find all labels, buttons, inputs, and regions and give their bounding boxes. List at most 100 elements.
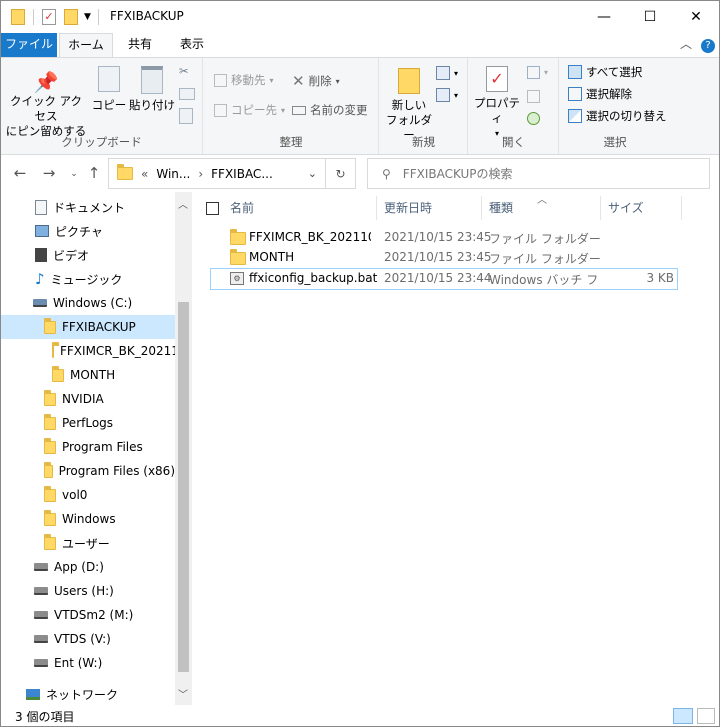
new-folder-button[interactable]: 新しい フォルダー	[382, 68, 436, 143]
copy-to-button[interactable]: コピー先 ▾	[214, 102, 285, 118]
close-button[interactable]: ✕	[673, 1, 719, 32]
scroll-up-icon[interactable]: ︿	[178, 196, 188, 211]
nav-item-videos[interactable]: ビデオ	[1, 243, 175, 267]
large-icons-view-icon[interactable]	[697, 708, 715, 724]
delete-button[interactable]: ✕ 削除 ▾	[292, 72, 340, 90]
paste-shortcut-icon[interactable]	[179, 108, 193, 124]
cut-icon[interactable]: ✂	[179, 64, 189, 78]
nav-item-vol0[interactable]: vol0	[1, 483, 175, 507]
forward-button[interactable]: →	[38, 164, 60, 184]
edit-icon[interactable]	[527, 90, 540, 103]
tab-view[interactable]: 表示	[167, 33, 217, 57]
folder-icon	[44, 509, 56, 526]
nav-item-program-files[interactable]: Program Files	[1, 435, 175, 459]
properties-qat-icon[interactable]: ✓	[42, 9, 56, 25]
collapse-ribbon-icon[interactable]: ︿	[677, 33, 695, 57]
address-dropdown-icon[interactable]: ⌄	[308, 167, 317, 180]
nav-item-pictures[interactable]: ピクチャ	[1, 219, 175, 243]
open-icon[interactable]: ▾	[527, 66, 548, 79]
file-row[interactable]: MONTH 2021/10/15 23:45 ファイル フォルダー	[210, 248, 678, 268]
tab-file[interactable]: ファイル	[1, 33, 57, 57]
properties-button[interactable]: ✓ プロパティ ▾	[471, 66, 523, 141]
history-icon[interactable]	[527, 112, 540, 125]
window-title: FFXIBACKUP	[110, 9, 184, 23]
nav-item-music[interactable]: ♪ ミュージック	[1, 267, 175, 291]
delete-icon: ✕	[292, 72, 305, 90]
new-folder-icon	[398, 68, 420, 94]
folder-icon	[44, 437, 56, 454]
nav-item-perflogs[interactable]: PerfLogs	[1, 411, 175, 435]
nav-item-program-files-x86[interactable]: Program Files (x86)	[1, 459, 175, 483]
help-icon[interactable]: ?	[699, 33, 717, 57]
column-header-modified[interactable]: 更新日時	[378, 196, 482, 220]
nav-item-ffxibackup[interactable]: FFXIBACKUP	[1, 315, 175, 339]
new-folder-label-line1: 新しい	[391, 98, 427, 112]
nav-item-vtds[interactable]: VTDS (V:)	[1, 627, 175, 651]
music-icon: ♪	[35, 270, 45, 288]
easy-access-icon[interactable]: ▾	[436, 88, 458, 102]
nav-item-users-jp[interactable]: ユーザー	[1, 531, 175, 555]
address-overflow[interactable]: «	[141, 167, 148, 181]
address-bar[interactable]: « Win... › FFXIBAC... ⌄	[108, 158, 326, 189]
drive-icon	[34, 563, 48, 571]
nav-item-windows-c[interactable]: Windows (C:)	[1, 291, 175, 315]
tab-home[interactable]: ホーム	[59, 33, 113, 57]
nav-item-ent[interactable]: Ent (W:)	[1, 651, 175, 675]
select-none-button[interactable]: 選択解除	[568, 86, 632, 102]
copy-button[interactable]: コピー	[91, 66, 127, 113]
invert-selection-button[interactable]: 選択の切り替え	[568, 108, 667, 124]
up-button[interactable]: ↑	[83, 164, 105, 184]
details-view-icon[interactable]	[673, 708, 693, 724]
paste-button[interactable]: 貼り付け	[129, 66, 175, 113]
move-to-button[interactable]: 移動先 ▾	[214, 72, 274, 88]
nav-item-app-d[interactable]: App (D:)	[1, 555, 175, 579]
new-folder-qat-icon[interactable]	[64, 9, 78, 25]
nav-item-network[interactable]: ネットワーク	[1, 682, 175, 705]
nav-item-users-h[interactable]: Users (H:)	[1, 579, 175, 603]
search-icon: ⚲	[382, 166, 391, 181]
tab-share[interactable]: 共有	[115, 33, 165, 57]
properties-label: プロパティ	[474, 96, 520, 125]
nav-item-ffximcr[interactable]: FFXIMCR_BK_20211015	[1, 339, 175, 363]
copy-label: コピー	[91, 98, 127, 112]
file-row[interactable]: ⚙ ffxiconfig_backup.bat 2021/10/15 23:44…	[210, 268, 678, 290]
new-item-icon[interactable]: ▾	[436, 66, 458, 80]
maximize-button[interactable]: ☐	[627, 1, 673, 32]
file-type: ファイル フォルダー	[489, 252, 601, 266]
separator	[97, 9, 99, 25]
select-all-checkbox[interactable]	[206, 202, 219, 215]
copy-path-icon[interactable]	[179, 88, 195, 100]
file-row[interactable]: FFXIMCR_BK_202110... 2021/10/15 23:45 ファ…	[210, 228, 678, 248]
nav-item-nvidia[interactable]: NVIDIA	[1, 387, 175, 411]
scroll-down-icon[interactable]: ﹀	[178, 686, 188, 701]
nav-item-vtdsm2[interactable]: VTDSm2 (M:)	[1, 603, 175, 627]
pictures-icon	[35, 225, 49, 237]
breadcrumb-separator: ›	[198, 166, 204, 181]
qat-dropdown-icon[interactable]: ▼	[84, 12, 91, 22]
file-type: Windows バッチ ファ...	[489, 273, 599, 287]
new-group-label: 新規	[412, 135, 435, 149]
nav-scrollbar[interactable]: ︿ ﹀	[175, 192, 192, 705]
pin-quick-access-button[interactable]: 📌 クイック アクセス にピン留めする	[5, 70, 87, 139]
scroll-thumb[interactable]	[178, 302, 189, 672]
open-group-label: 開く	[502, 135, 525, 149]
column-header-size[interactable]: サイズ	[602, 196, 682, 220]
rename-button[interactable]: 名前の変更	[292, 102, 368, 118]
nav-item-windows[interactable]: Windows	[1, 507, 175, 531]
column-header-name[interactable]: 名前	[224, 196, 377, 220]
file-size: 3 KB	[646, 271, 674, 285]
minimize-button[interactable]: —	[581, 1, 627, 32]
back-button[interactable]: ←	[9, 164, 31, 184]
nav-item-documents[interactable]: ドキュメント	[1, 195, 175, 219]
refresh-button[interactable]: ↻	[325, 158, 356, 189]
rename-icon	[292, 105, 306, 115]
nav-item-month[interactable]: MONTH	[1, 363, 175, 387]
drive-icon	[34, 611, 48, 619]
breadcrumb-windows[interactable]: Win...	[156, 167, 190, 181]
select-all-button[interactable]: すべて選択	[568, 64, 642, 80]
ribbon-tabs: ファイル ホーム 共有 表示 ︿ ?	[1, 33, 719, 57]
rename-label: 名前の変更	[310, 103, 368, 117]
search-box[interactable]: ⚲ FFXIBACKUPの検索	[367, 158, 710, 189]
recent-locations-button[interactable]: ⌄	[63, 164, 85, 184]
breadcrumb-ffxibackup[interactable]: FFXIBAC...	[211, 167, 273, 181]
